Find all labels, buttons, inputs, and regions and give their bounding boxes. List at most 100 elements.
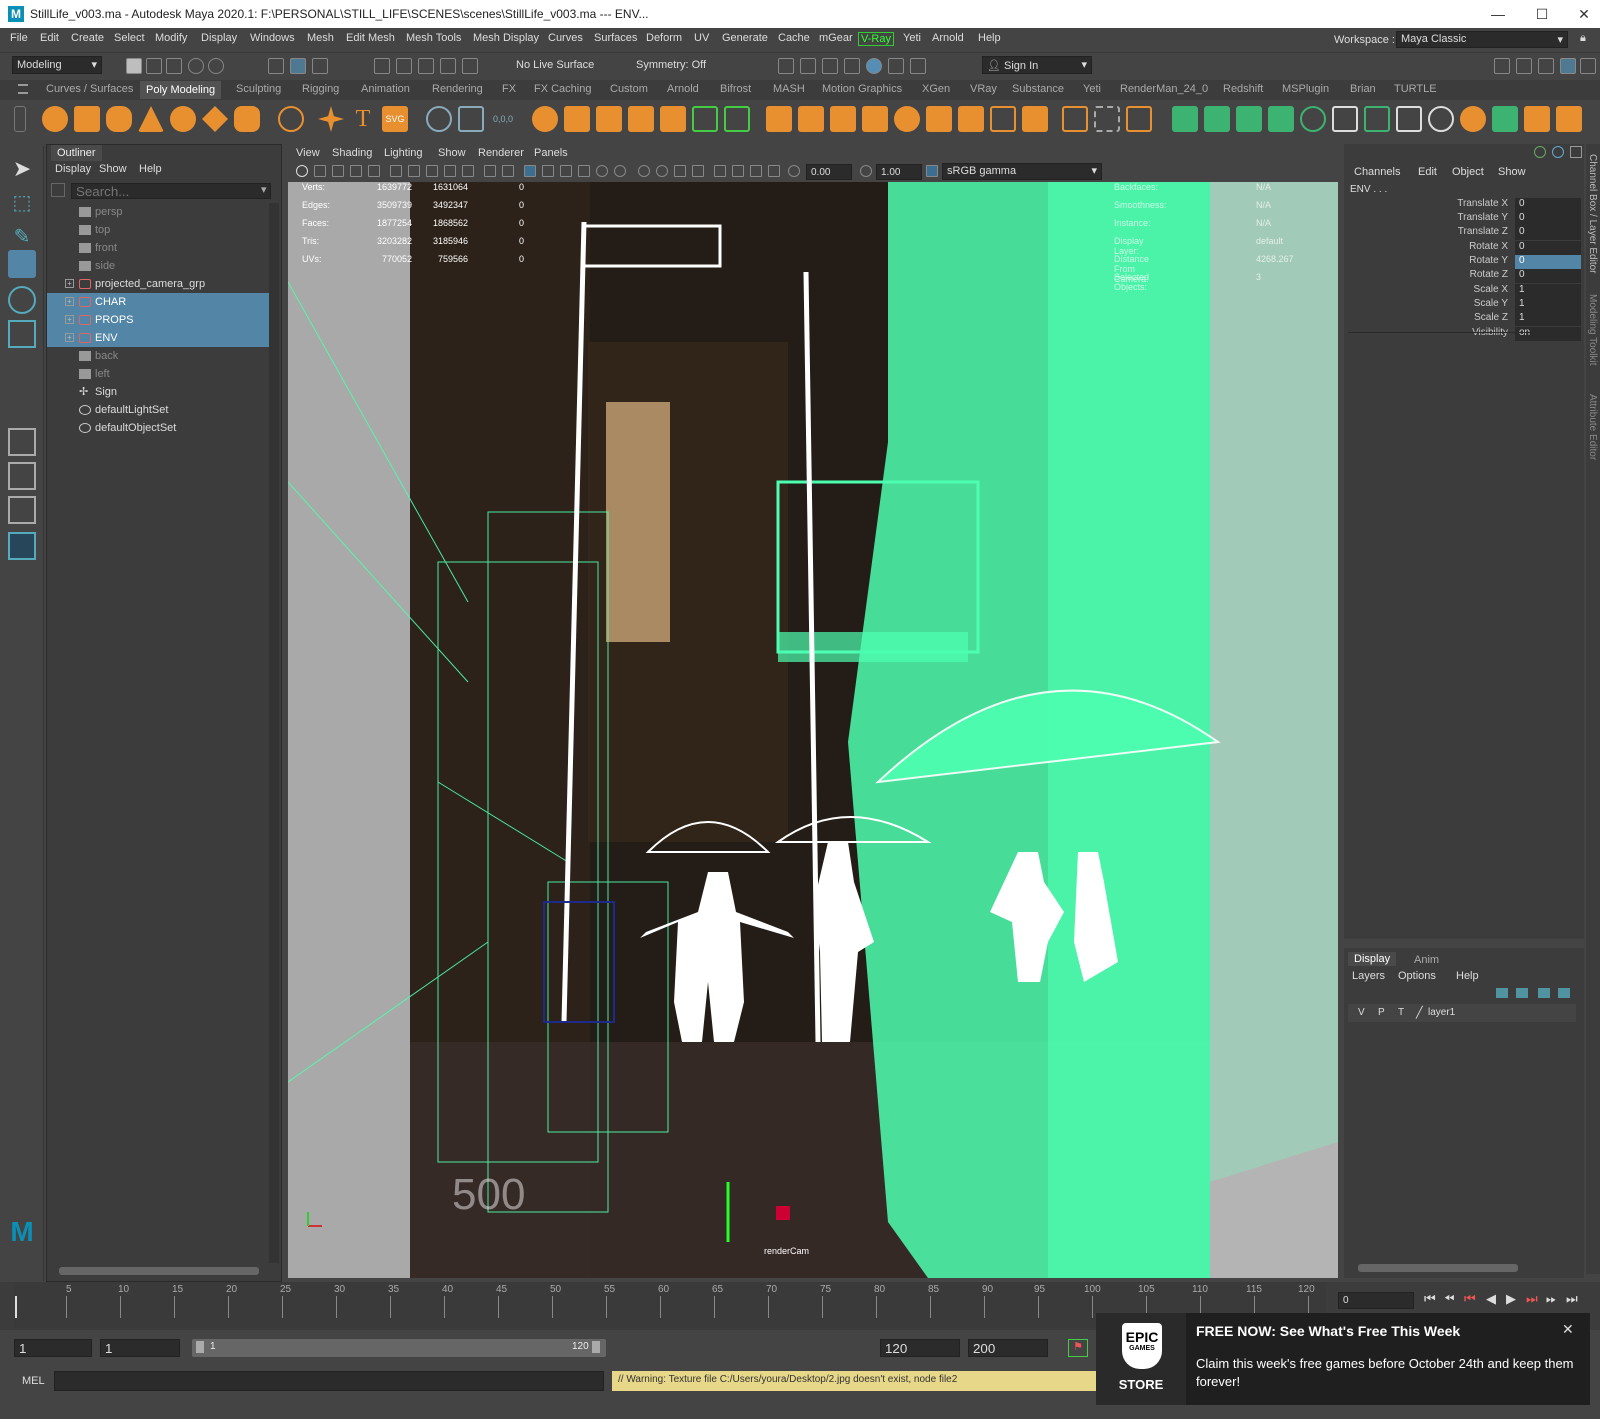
textured-icon[interactable] <box>596 165 608 177</box>
safe-action-icon[interactable] <box>484 165 496 177</box>
smooth-icon[interactable] <box>596 106 622 132</box>
animation-end-input[interactable] <box>968 1339 1048 1357</box>
tool-settings-icon[interactable] <box>1580 58 1596 74</box>
menu-deform[interactable]: Deform <box>646 32 682 44</box>
super-shape-icon[interactable] <box>318 106 344 132</box>
layer-tab-anim[interactable]: Anim <box>1414 954 1439 966</box>
attribute-editor-icon[interactable] <box>1538 58 1554 74</box>
menu-vray[interactable]: V-Ray <box>858 32 894 46</box>
green-tool-3-icon[interactable] <box>1236 106 1262 132</box>
color-management-icon[interactable] <box>926 165 938 177</box>
uv-editor-icon[interactable] <box>1094 106 1120 132</box>
menu-help[interactable]: Help <box>978 32 1001 44</box>
lock-icon[interactable]: 🔒︎ <box>1580 32 1586 45</box>
move-layer-down-icon[interactable] <box>1516 988 1528 998</box>
outliner-menu-display[interactable]: Display <box>55 163 91 175</box>
lights-icon[interactable] <box>614 165 626 177</box>
attr-translate-x-value[interactable]: 0 <box>1515 198 1581 212</box>
green-tool-5-icon[interactable] <box>1300 106 1326 132</box>
attr-rotate-z-value[interactable]: 0 <box>1515 269 1581 283</box>
checker-icon[interactable] <box>1332 106 1358 132</box>
shelf-tab-fx[interactable]: FX <box>502 83 516 95</box>
shelf-tab-rendering[interactable]: Rendering <box>432 83 483 95</box>
crease-icon[interactable] <box>990 106 1016 132</box>
undo-icon[interactable] <box>188 58 204 74</box>
new-scene-icon[interactable] <box>126 58 142 74</box>
gamma-icon[interactable] <box>860 165 872 177</box>
resolution-gate-icon[interactable] <box>426 165 438 177</box>
outliner-item-env[interactable]: + ENV <box>47 329 271 347</box>
menu-mesh-tools[interactable]: Mesh Tools <box>406 32 461 44</box>
grease-pencil-icon[interactable] <box>368 165 380 177</box>
shelf-tab-brian[interactable]: Brian <box>1350 83 1376 95</box>
ipr-render-icon[interactable] <box>822 58 838 74</box>
symmetry-dropdown[interactable]: Symmetry: Off <box>632 57 732 75</box>
retopo-icon[interactable] <box>1022 106 1048 132</box>
auto-key-icon[interactable]: ⚑ <box>1068 1339 1088 1357</box>
shelf-tab-rigging[interactable]: Rigging <box>302 83 339 95</box>
shelf-tab-motion-graphics[interactable]: Motion Graphics <box>822 83 902 95</box>
shelf-tab-redshift[interactable]: Redshift <box>1223 83 1263 95</box>
channel-box-menu-channels[interactable]: Channels <box>1354 166 1400 178</box>
select-tool-icon[interactable]: ➤ <box>8 156 36 184</box>
layer-menu-help[interactable]: Help <box>1456 970 1479 982</box>
layer-row[interactable]: V P T ╱ layer1 <box>1348 1004 1576 1022</box>
poly-disc-icon[interactable] <box>234 106 260 132</box>
cross-tool-icon[interactable] <box>1396 106 1422 132</box>
playback-range-bar[interactable]: 1 120 <box>192 1339 606 1357</box>
bridge-icon[interactable] <box>724 106 750 132</box>
minimize-button[interactable]: — <box>1476 2 1520 26</box>
outliner-item-projected-camera-grp[interactable]: + projected_camera_grp <box>47 275 271 293</box>
menu-uv[interactable]: UV <box>694 32 709 44</box>
orange-tool-icon[interactable] <box>1460 106 1486 132</box>
poly-cone-icon[interactable] <box>138 106 164 132</box>
colorspace-dropdown[interactable]: sRGB gamma ▾ <box>942 163 1102 180</box>
snap-point-icon[interactable] <box>418 58 434 74</box>
viewport[interactable]: 500 renderCam Verts: Edges: Faces: Tris:… <box>288 182 1338 1278</box>
poly-cube-icon[interactable] <box>74 106 100 132</box>
layer-menu-options[interactable]: Options <box>1398 970 1436 982</box>
menu-edit[interactable]: Edit <box>40 32 59 44</box>
viewport-menu-view[interactable]: View <box>296 147 320 159</box>
select-by-hierarchy-icon[interactable] <box>268 58 284 74</box>
shadows-icon[interactable] <box>638 165 650 177</box>
outliner-item-default-light-set[interactable]: defaultLightSet <box>47 401 271 419</box>
go-to-start-icon[interactable]: ⏮ <box>1424 1291 1436 1307</box>
python-icon[interactable] <box>1428 106 1454 132</box>
menu-display[interactable]: Display <box>201 32 237 44</box>
shelf-tab-animation[interactable]: Animation <box>361 83 410 95</box>
rotate-tool-icon[interactable] <box>8 286 36 314</box>
append-icon[interactable] <box>798 106 824 132</box>
render-view-icon[interactable] <box>778 58 794 74</box>
outliner-item-back[interactable]: back <box>47 347 271 365</box>
quad-draw-icon[interactable] <box>958 106 984 132</box>
attr-visibility-value[interactable]: on <box>1515 327 1581 341</box>
save-scene-icon[interactable] <box>166 58 182 74</box>
outliner-item-props[interactable]: + PROPS <box>47 311 271 329</box>
target-weld-icon[interactable] <box>894 106 920 132</box>
wireframe-icon[interactable] <box>524 165 536 177</box>
shelf-menu-icon[interactable] <box>18 84 28 94</box>
film-gate-icon[interactable] <box>408 165 420 177</box>
green-tool-1-icon[interactable] <box>1172 106 1198 132</box>
command-language-label[interactable]: MEL <box>22 1375 45 1387</box>
outliner-item-sign[interactable]: ✢ Sign <box>47 383 271 401</box>
hypershade-icon[interactable] <box>866 58 882 74</box>
viewport-menu-panels[interactable]: Panels <box>534 147 568 159</box>
new-layer-icon[interactable] <box>1538 988 1550 998</box>
outliner-search-input[interactable] <box>71 183 271 199</box>
menu-generate[interactable]: Generate <box>722 32 768 44</box>
shelf-tab-vray[interactable]: VRay <box>970 83 997 95</box>
shelf-tab-renderman[interactable]: RenderMan_24_0 <box>1120 83 1208 95</box>
channel-box-menu-show[interactable]: Show <box>1498 166 1526 178</box>
side-tab-modeling-toolkit[interactable]: Modeling Toolkit <box>1587 294 1598 366</box>
layer-visibility-toggle[interactable]: V <box>1358 1007 1365 1018</box>
go-to-end-icon[interactable]: ⏭ <box>1566 1291 1578 1307</box>
vray-render-icon[interactable] <box>888 58 904 74</box>
platonic-solid-icon[interactable] <box>278 106 304 132</box>
menu-curves[interactable]: Curves <box>548 32 583 44</box>
four-view-icon[interactable] <box>8 462 36 490</box>
outliner-vertical-scrollbar[interactable] <box>269 203 279 1263</box>
attr-scale-y-value[interactable]: 1 <box>1515 298 1581 312</box>
outliner-layout-icon[interactable] <box>8 532 36 560</box>
